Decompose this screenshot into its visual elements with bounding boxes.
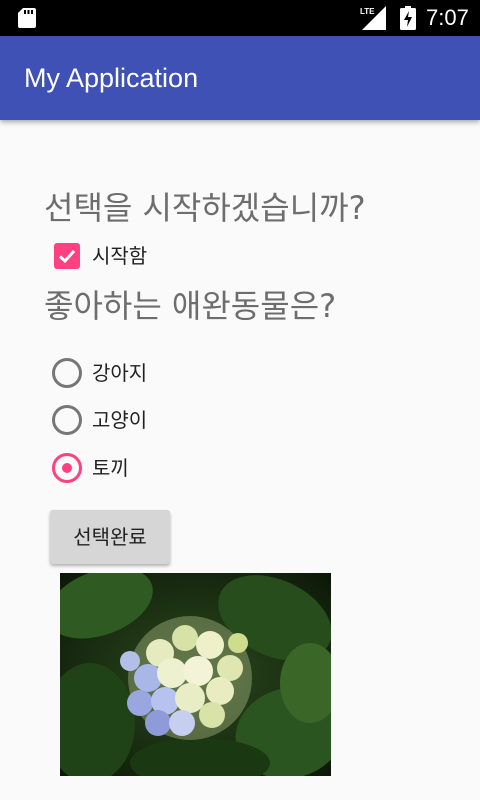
- status-time: 7:07: [426, 5, 469, 30]
- radio-cat-label: 고양이: [92, 408, 148, 432]
- start-checkbox-label: 시작함: [92, 244, 148, 268]
- start-checkbox[interactable]: 시작함: [52, 240, 252, 272]
- radio-checked-icon[interactable]: [52, 453, 82, 483]
- battery-charging-icon: [400, 6, 416, 30]
- app-title: My Application: [24, 63, 199, 93]
- lte-signal-icon: LTE: [360, 6, 386, 30]
- svg-text:LTE: LTE: [360, 7, 375, 16]
- radio-cat[interactable]: 고양이: [52, 403, 252, 437]
- radio-unchecked-icon[interactable]: [52, 358, 82, 388]
- checkbox-checked-icon[interactable]: [54, 243, 80, 269]
- radio-rabbit[interactable]: 토끼: [52, 451, 252, 485]
- radio-rabbit-label: 토끼: [92, 456, 129, 480]
- app-bar: My Application: [0, 36, 480, 120]
- pet-question-heading: 좋아하는 애완동물은?: [44, 287, 337, 325]
- status-bar: LTE 7:07: [0, 0, 480, 36]
- radio-dog[interactable]: 강아지: [52, 356, 252, 390]
- radio-dot-icon: [62, 463, 72, 473]
- radio-unchecked-icon[interactable]: [52, 405, 82, 435]
- sd-card-icon: [18, 8, 36, 28]
- done-button[interactable]: 선택완료: [50, 510, 170, 564]
- start-question-heading: 선택을 시작하겠습니까?: [44, 189, 366, 227]
- checkmark-icon: [58, 249, 76, 264]
- radio-dog-label: 강아지: [92, 361, 148, 385]
- hydrangea-image: [60, 573, 331, 776]
